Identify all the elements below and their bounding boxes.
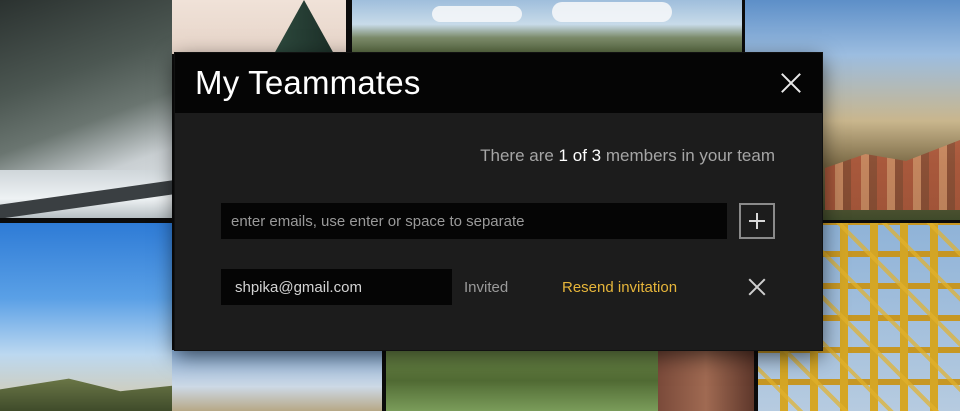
plus-icon[interactable]	[739, 203, 775, 239]
background-photo-pine	[172, 0, 346, 54]
teammates-dialog: My Teammates There are 1 of 3 members in…	[175, 53, 822, 350]
member-status: Invited	[464, 279, 509, 296]
background-photo-sky	[172, 350, 382, 411]
close-icon[interactable]	[778, 70, 804, 96]
background-photo-building	[658, 350, 754, 411]
count-prefix: There are	[480, 146, 554, 165]
background-photo-snowy-forest	[0, 0, 172, 218]
count-total: 3	[591, 146, 602, 165]
background-photo-mountains	[352, 0, 742, 54]
resend-invitation-link[interactable]: Resend invitation	[562, 279, 677, 296]
dialog-title: My Teammates	[195, 64, 421, 101]
dialog-header: My Teammates	[175, 53, 822, 113]
count-of: of	[572, 146, 587, 165]
member-email: shpika@gmail.com	[221, 269, 452, 305]
background-photo-green-hills	[386, 350, 658, 411]
remove-icon[interactable]	[747, 277, 767, 297]
count-suffix: members in your team	[605, 146, 775, 165]
background-photo-sky-coast	[0, 223, 172, 411]
member-count-text: There are 1 of 3 members in your team	[480, 146, 775, 166]
invite-email-input[interactable]	[221, 203, 727, 239]
count-current: 1	[558, 146, 569, 165]
member-row: shpika@gmail.com Invited Resend invitati…	[221, 269, 781, 305]
